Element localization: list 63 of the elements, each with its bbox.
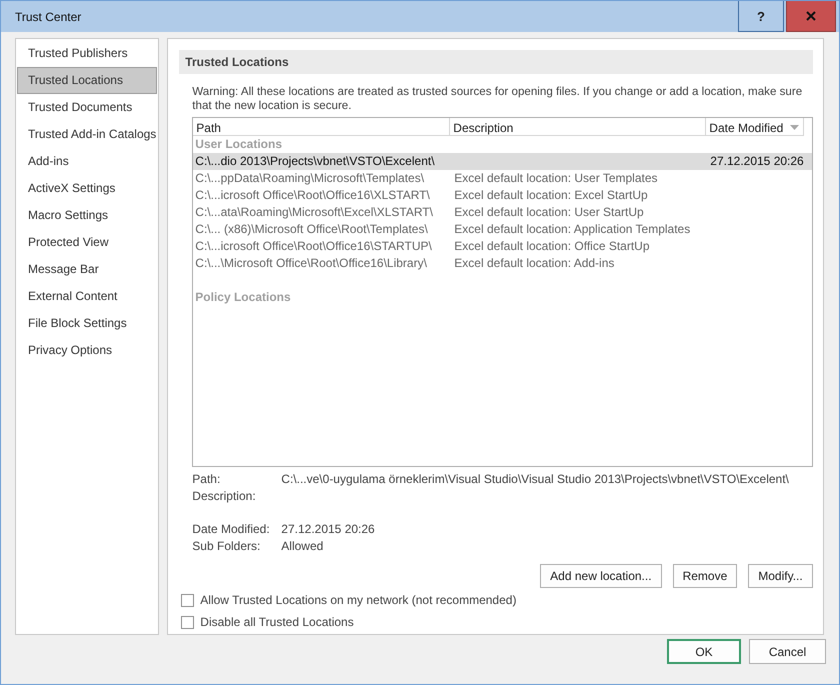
sidebar-item[interactable]: Macro Settings	[17, 202, 158, 229]
action-button[interactable]: Remove	[672, 564, 738, 588]
table-cell-text: Excel default location: Excel StartUp	[453, 187, 649, 204]
checkbox[interactable]	[181, 616, 194, 628]
detail-label: Date Modified:	[192, 521, 271, 538]
sidebar-item[interactable]: File Block Settings	[17, 310, 158, 337]
checkbox-label: Allow Trusted Locations on my network (not recommended)	[200, 593, 516, 607]
sidebar-item[interactable]: Message Bar	[17, 256, 158, 283]
table-row[interactable]: C:\...\Microsoft Office\Root\Office16\Library\ Excel default location: Add-ins	[193, 255, 812, 272]
warning-text: Warning: All these locations are treated as trusted sources for opening files. If you change or add a location, make sure that the new location is secure.	[192, 85, 804, 113]
checkbox[interactable]	[181, 594, 194, 606]
close-button[interactable]	[786, 1, 836, 32]
table-row[interactable]: C:\...ata\Roaming\Microsoft\Excel\XLSTART\ Excel default location: User StartUp	[193, 204, 812, 221]
table-cell-text: C:\... (x86)\Microsoft Office\Root\Templates\	[194, 221, 429, 238]
sidebar-item[interactable]: Protected View	[17, 229, 158, 256]
action-button[interactable]: Add new location...	[540, 564, 662, 588]
column-label: Path	[196, 120, 221, 134]
column-header[interactable]: Date Modified	[706, 118, 804, 136]
column-header[interactable]: Path	[193, 118, 450, 136]
column-label: Date Modified	[709, 120, 784, 134]
sidebar-item[interactable]: Trusted Publishers	[17, 40, 158, 67]
sidebar-item[interactable]: External Content	[17, 283, 158, 310]
group-header: User Locations	[194, 136, 283, 153]
table-cell-text: C:\...ppData\Roaming\Microsoft\Templates\	[194, 170, 426, 187]
table-row[interactable]: C:\...ppData\Roaming\Microsoft\Templates\ Excel default location: User Templates	[193, 170, 812, 187]
close-icon	[806, 11, 816, 21]
table-cell-text: Excel default location: Office StartUp	[453, 238, 651, 255]
detail-label: Description:	[192, 488, 257, 505]
table-cell-text: Excel default location: Application Templates	[453, 221, 692, 238]
table-row[interactable]: C:\...dio 2013\Projects\vbnet\VSTO\Excelent\ 27.12.2015 20:26	[193, 153, 812, 170]
checkbox-label: Disable all Trusted Locations	[200, 615, 354, 629]
sidebar-item[interactable]: Trusted Locations	[17, 67, 158, 94]
section-header: Trusted Locations	[179, 50, 813, 74]
table-cell-text: C:\...\Microsoft Office\Root\Office16\Library\	[194, 255, 428, 272]
table-cell-text: C:\...ata\Roaming\Microsoft\Excel\XLSTART\	[194, 204, 434, 221]
sidebar-item[interactable]: Add-ins	[17, 148, 158, 175]
table-cell-text: C:\...dio 2013\Projects\vbnet\VSTO\Excelent\	[194, 153, 436, 170]
action-button[interactable]: Modify...	[748, 564, 813, 588]
table-cell-text: 27.12.2015 20:26	[709, 153, 805, 170]
table-cell-text: Excel default location: Add-ins	[453, 255, 616, 272]
sidebar-item[interactable]: Trusted Documents	[17, 94, 158, 121]
dialog-button[interactable]: Cancel	[749, 639, 826, 664]
column-label: Description	[453, 120, 514, 134]
sidebar-item[interactable]: Trusted Add-in Catalogs	[17, 121, 158, 148]
table-cell-text: C:\...icrosoft Office\Root\Office16\STARTUP\	[194, 238, 433, 255]
window-title: Trust Center	[14, 9, 82, 26]
table-row[interactable]: C:\...icrosoft Office\Root\Office16\XLSTART\ Excel default location: Excel StartUp	[193, 187, 812, 204]
detail-label: Sub Folders:	[192, 538, 262, 555]
help-button[interactable]: ?	[738, 1, 784, 32]
table-cell-text: Excel default location: User StartUp	[453, 204, 645, 221]
table-cell-text: C:\...icrosoft Office\Root\Office16\XLSTART\	[194, 187, 431, 204]
detail-value: 27.12.2015 20:26	[281, 521, 375, 538]
table-cell-text: Excel default location: User Templates	[453, 170, 659, 187]
group-header: Policy Locations	[194, 289, 292, 306]
detail-label: Path:	[192, 471, 222, 488]
sidebar-item[interactable]: Privacy Options	[17, 337, 158, 364]
sidebar-item[interactable]: ActiveX Settings	[17, 175, 158, 202]
table-row[interactable]: C:\... (x86)\Microsoft Office\Root\Templates\ Excel default location: Application Templates	[193, 221, 812, 238]
table-row[interactable]: C:\...icrosoft Office\Root\Office16\STARTUP\ Excel default location: Office StartUp	[193, 238, 812, 255]
column-header[interactable]: Description	[450, 118, 706, 136]
dialog-button[interactable]: OK	[667, 639, 741, 664]
detail-value: Allowed	[281, 538, 324, 555]
detail-value: C:\...ve\0-uygulama örneklerim\Visual Studio\Visual Studio 2013\Projects\vbnet\VSTO\Excelent\	[281, 471, 789, 488]
